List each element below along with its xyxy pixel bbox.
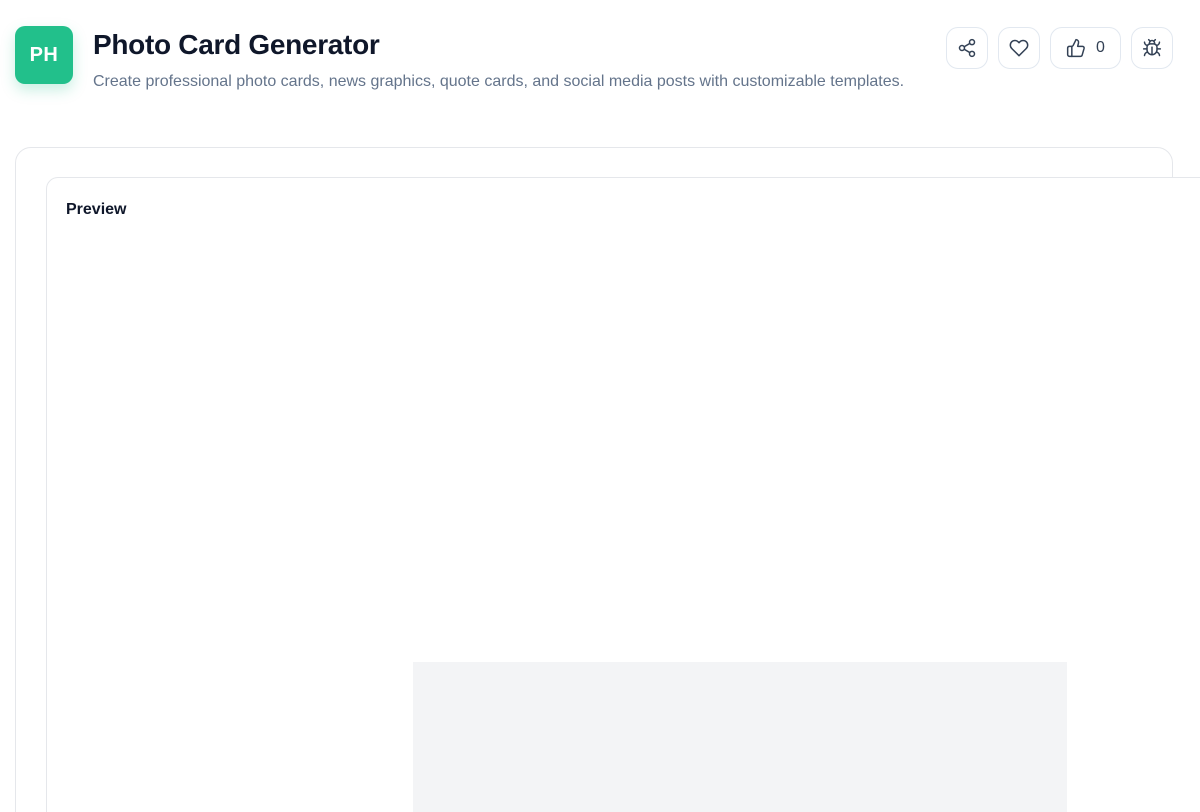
favorite-button[interactable] xyxy=(998,27,1040,69)
tool-page: PH Photo Card Generator Create professio… xyxy=(0,0,1200,812)
page-description: Create professional photo cards, news gr… xyxy=(93,73,905,90)
header-actions: 0 xyxy=(946,27,1173,69)
bug-icon xyxy=(1142,38,1162,58)
preview-title: Preview xyxy=(66,201,127,218)
share-button[interactable] xyxy=(946,27,988,69)
page-title: Photo Card Generator xyxy=(93,29,380,60)
photo-card-preview-canvas xyxy=(413,662,1067,812)
heart-icon xyxy=(1009,38,1029,58)
app-logo-text: PH xyxy=(29,43,59,66)
report-bug-button[interactable] xyxy=(1131,27,1173,69)
like-button[interactable]: 0 xyxy=(1050,27,1121,69)
app-logo: PH xyxy=(15,26,73,84)
like-count: 0 xyxy=(1096,39,1105,56)
thumbs-up-icon xyxy=(1066,38,1086,58)
share-icon xyxy=(957,38,977,58)
